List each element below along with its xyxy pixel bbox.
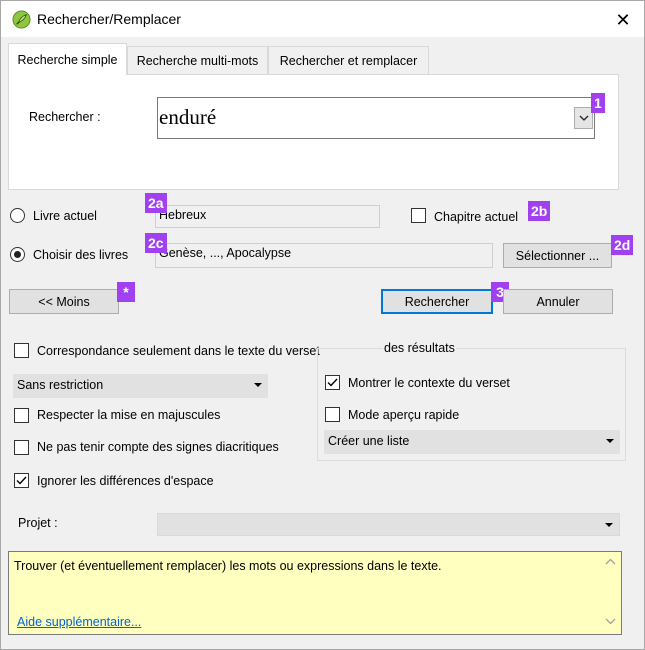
show-context-checkbox[interactable]	[325, 375, 340, 390]
current-book-field: Hebreux	[155, 205, 380, 228]
scroll-up-icon	[605, 558, 616, 565]
quick-preview-checkbox[interactable]	[325, 407, 340, 422]
close-icon: ✕	[615, 9, 631, 30]
select-books-button[interactable]: Sélectionner ...	[503, 243, 612, 268]
output-dropdown[interactable]: Créer une liste	[324, 430, 620, 454]
restriction-dropdown[interactable]: Sans restriction	[13, 374, 268, 398]
quick-preview-label: Mode aperçu rapide	[348, 408, 460, 422]
badge-1: 1	[591, 93, 605, 113]
search-value: enduré	[159, 105, 217, 129]
choose-books-value: Genèse, ..., Apocalypse	[159, 246, 292, 260]
badge-2d: 2d	[611, 235, 634, 255]
tab-label: Recherche multi-mots	[136, 53, 259, 68]
tab-recherche-multi-mots[interactable]: Recherche multi-mots	[127, 46, 268, 74]
cancel-button[interactable]: Annuler	[503, 289, 613, 314]
current-chapter-label: Chapitre actuel	[434, 210, 519, 224]
scroll-down-icon	[605, 618, 616, 625]
current-chapter-checkbox[interactable]	[411, 208, 426, 223]
project-dropdown[interactable]	[157, 513, 620, 536]
tab-recherche-simple[interactable]: Recherche simple	[8, 43, 127, 75]
results-group-title: des résultats	[383, 341, 456, 355]
current-book-label: Livre actuel	[33, 209, 97, 223]
dropdown-arrow-icon	[605, 523, 613, 527]
verse-text-only-label: Correspondance seulement dans le texte d…	[37, 344, 320, 358]
choose-books-field: Genèse, ..., Apocalypse	[155, 243, 493, 268]
show-context-label: Montrer le contexte du verset	[348, 376, 510, 390]
match-case-checkbox[interactable]	[14, 408, 29, 423]
search-label: Rechercher :	[29, 110, 101, 124]
checkmark-icon	[327, 378, 338, 387]
search-button-label: Rechercher	[404, 294, 470, 309]
current-book-radio[interactable]	[10, 208, 25, 223]
tab-rechercher-et-remplacer[interactable]: Rechercher et remplacer	[268, 46, 429, 74]
output-value: Créer une liste	[328, 434, 410, 448]
project-label: Projet :	[18, 516, 58, 530]
restriction-value: Sans restriction	[17, 378, 104, 392]
cancel-button-label: Annuler	[536, 294, 580, 309]
search-combobox[interactable]: enduré	[157, 97, 595, 139]
ignore-diacritics-label: Ne pas tenir compte des signes diacritiq…	[37, 440, 279, 454]
checkmark-icon	[16, 476, 27, 485]
dropdown-arrow-icon	[606, 439, 614, 443]
tab-label: Recherche simple	[17, 52, 118, 67]
badge-star: *	[117, 282, 135, 302]
ignore-whitespace-label: Ignorer les différences d'espace	[37, 474, 214, 488]
tab-label: Rechercher et remplacer	[279, 53, 418, 68]
choose-books-radio[interactable]	[10, 247, 25, 262]
search-button[interactable]: Rechercher	[381, 289, 493, 314]
ignore-diacritics-checkbox[interactable]	[14, 440, 29, 455]
title-bar: Rechercher/Remplacer ✕	[1, 1, 644, 37]
leaf-icon	[12, 10, 31, 29]
help-scrollbar[interactable]	[602, 554, 619, 632]
match-case-label: Respecter la mise en majuscules	[37, 408, 221, 422]
ignore-whitespace-checkbox[interactable]	[14, 473, 29, 488]
dropdown-arrow-icon	[254, 383, 262, 387]
radio-dot	[14, 251, 21, 258]
less-button[interactable]: << Moins	[9, 289, 119, 314]
close-button[interactable]: ✕	[601, 2, 645, 38]
help-text: Trouver (et éventuellement remplacer) le…	[14, 559, 442, 573]
verse-text-only-checkbox[interactable]	[14, 343, 29, 358]
badge-2a: 2a	[145, 193, 167, 213]
more-help-link[interactable]: Aide supplémentaire...	[17, 615, 141, 629]
help-box: Trouver (et éventuellement remplacer) le…	[8, 551, 622, 635]
select-books-label: Sélectionner ...	[515, 248, 600, 263]
chevron-down-icon	[579, 115, 588, 121]
badge-2b: 2b	[528, 201, 551, 221]
window-title: Rechercher/Remplacer	[37, 11, 181, 27]
less-button-label: << Moins	[38, 294, 90, 309]
choose-books-label: Choisir des livres	[33, 248, 129, 262]
badge-2c: 2c	[145, 233, 167, 253]
